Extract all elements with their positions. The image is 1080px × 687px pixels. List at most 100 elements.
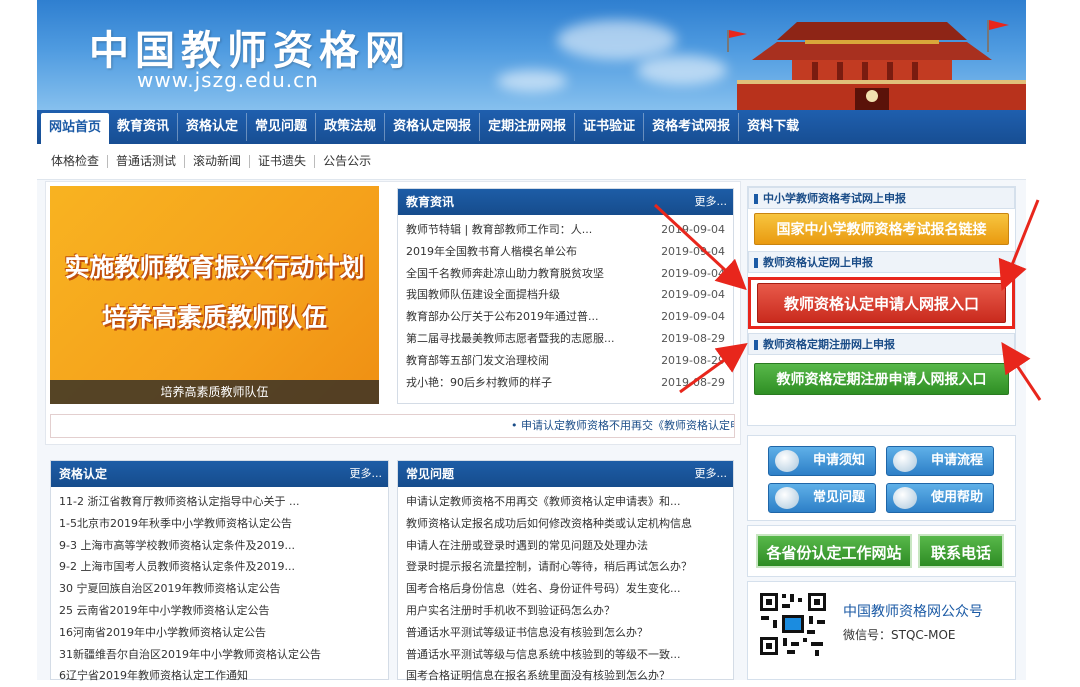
cert-row[interactable]: 1-5北京市2019年秋季中小学教师资格认定公告 [51,513,388,535]
faq-row[interactable]: 普通话水平测试等级证书信息没有核验到怎么办？ [398,622,733,644]
faq-row[interactable]: 国考合格后身份信息（姓名、身份证件号码）发生变化... [398,578,733,600]
news-more-link[interactable]: 更多... [695,189,728,215]
links-box: 各省份认定工作网站 联系电话 [747,525,1016,577]
faq-row[interactable]: 申请人在注册或登录时遇到的常见问题及处理办法 [398,535,733,557]
sub-nav: 体格检查 普通话测试 滚动新闻 证书遗失 公告公示 [37,144,1026,180]
speaker-icon [775,450,799,472]
usage-help-button[interactable]: 使用帮助 [886,483,994,513]
news-row[interactable]: 教育部办公厅关于公布2019年通过普... 2019-09-04 [398,306,733,328]
news-row-title: 教育部等五部门发文治理校闹 [406,353,549,367]
apply-notice-label: 申请须知 [812,453,865,468]
promo-line2: 培养高素质教师队伍 [101,303,327,332]
promo-caption: 培养高素质教师队伍 [50,380,379,404]
news-row-title: 全国千名教师奔赴凉山助力教育脱贫攻坚 [406,266,604,280]
scrolling-ticker[interactable]: • 申请认定教师资格不用再交《教师资格认定申请表》 [50,414,735,438]
faq-button-label: 常见问题 [812,490,865,505]
news-row[interactable]: 全国千名教师奔赴凉山助力教育脱贫攻坚 2019-09-04 [398,263,733,285]
ticker-text: • 申请认定教师资格不用再交《教师资格认定申请表》 [511,419,734,432]
right-sidebar: 中小学教师资格考试网上申报 国家中小学教师资格考试报名链接 教师资格认定网上申报… [747,180,1016,680]
nav-item-cert-online[interactable]: 资格认定网报 [385,113,481,141]
promo-banner-image[interactable]: 实施教师教育振兴行动计划 培养高素质教师队伍 培养高素质教师队伍 [50,186,379,404]
news-row-title: 教育部办公厅关于公布2019年通过普... [406,310,599,324]
cloud-decoration [497,70,567,92]
faq-row[interactable]: 申请认定教师资格不用再交《教师资格认定申请表》和... [398,491,733,513]
faq-row[interactable]: 普通话水平测试等级与信息系统中核验到的等级不一致... [398,644,733,666]
faq-row[interactable]: 登录时提示报名流量控制，请耐心等待，稍后再试怎么办？ [398,556,733,578]
apply-process-button[interactable]: 申请流程 [886,446,994,476]
nav-item-policy[interactable]: 政策法规 [316,113,386,141]
news-row-title: 戎小艳：90后乡村教师的样子 [406,375,552,389]
help-buttons-box: 申请须知 申请流程 常见问题 使用帮助 [747,435,1016,521]
news-row[interactable]: 第二届寻找最美教师志愿者暨我的志愿服... 2019-08-29 [398,328,733,350]
news-row-date: 2019-09-04 [661,223,725,236]
registration-apply-header: 教师资格定期注册网上申报 [748,333,1015,355]
province-sites-button[interactable]: 各省份认定工作网站 [756,534,912,568]
cert-row[interactable]: 6辽宁省2019年教师资格认定工作通知 [51,665,388,687]
news-row-date: 2019-08-29 [661,331,725,345]
online-apply-box: 中小学教师资格考试网上申报 国家中小学教师资格考试报名链接 教师资格认定网上申报… [747,186,1016,426]
nav-item-faq[interactable]: 常见问题 [247,113,317,141]
exam-apply-header: 中小学教师资格考试网上申报 [748,187,1015,209]
cert-list: 11-2 浙江省教育厅教师资格认定指导中心关于 ... 1-5北京市2019年秋… [51,487,388,687]
cert-row[interactable]: 30 宁夏回族自治区2019年教师资格认定公告 [51,578,388,600]
news-row[interactable]: 教育部等五部门发文治理校闹 2019-08-29 [398,350,733,372]
faq-row[interactable]: 教师资格认定报名成功后如何修改资格种类或认定机构信息 [398,513,733,535]
subnav-item-rolling-news[interactable]: 滚动新闻 [185,155,251,168]
faq-list: 申请认定教师资格不用再交《教师资格认定申请表》和... 教师资格认定报名成功后如… [398,487,733,687]
page-container: 中国教师资格网 www.jszg.edu.cn 网站首页 教育资讯 资格认定 常… [37,0,1026,682]
faq-more-link[interactable]: 更多... [695,461,728,487]
cert-row[interactable]: 16河南省2019年中小学教师资格认定公告 [51,622,388,644]
faq-panel: 常见问题 更多... 申请认定教师资格不用再交《教师资格认定申请表》和... 教… [397,460,734,682]
news-row[interactable]: 戎小艳：90后乡村教师的样子 2019-08-29 [398,372,733,394]
subnav-item-announcements[interactable]: 公告公示 [315,155,379,168]
news-row-title: 教师节特辑 | 教育部教师工作司：人... [406,223,593,236]
faq-panel-title: 常见问题 [406,467,455,481]
exam-registration-link-button[interactable]: 国家中小学教师资格考试报名链接 [754,213,1009,245]
cloud-decoration [557,20,677,60]
cert-applicant-entry-button[interactable]: 教师资格认定申请人网报入口 [757,283,1006,323]
news-row[interactable]: 我国教师队伍建设全面提档升级 2019-09-04 [398,284,733,306]
wechat-qr-code [757,590,829,658]
nav-item-education-news[interactable]: 教育资讯 [109,113,179,141]
gears-icon [893,450,917,472]
cert-row[interactable]: 11-2 浙江省教育厅教师资格认定指导中心关于 ... [51,491,388,513]
subnav-item-lost-certificate[interactable]: 证书遗失 [250,155,316,168]
usage-help-label: 使用帮助 [930,490,983,505]
nav-item-home[interactable]: 网站首页 [41,113,110,144]
faq-row[interactable]: 用户实名注册时手机收不到验证码怎么办？ [398,600,733,622]
cert-row[interactable]: 9-3 上海市高等学校教师资格认定条件及2019... [51,535,388,557]
header-banner: 中国教师资格网 www.jszg.edu.cn [37,0,1026,110]
contact-phone-button[interactable]: 联系电话 [918,534,1004,568]
cert-entry-highlight: 教师资格认定申请人网报入口 [748,277,1015,329]
question-icon [775,487,799,509]
nav-item-registration-online[interactable]: 定期注册网报 [480,113,576,141]
news-row-title: 我国教师队伍建设全面提档升级 [406,288,560,302]
wechat-account-name: 中国教师资格网公众号 [843,604,983,620]
cert-panel-title: 资格认定 [59,467,108,481]
apply-process-label: 申请流程 [930,453,983,468]
news-row[interactable]: 2019年全国教书育人楷模名单公布 2019-09-04 [398,241,733,263]
news-panel-title: 教育资讯 [406,195,455,209]
cert-panel: 资格认定 更多... 11-2 浙江省教育厅教师资格认定指导中心关于 ... 1… [50,460,389,682]
registration-applicant-entry-button[interactable]: 教师资格定期注册申请人网报入口 [754,363,1009,395]
subnav-item-physical-exam[interactable]: 体格检查 [43,155,109,168]
faq-row[interactable]: 国考合格证明信息在报名系统里面没有核验到怎么办？ [398,665,733,687]
help-plus-icon [893,487,917,509]
news-row[interactable]: 教师节特辑 | 教育部教师工作司：人... 2019-09-04 [398,219,733,241]
cert-row[interactable]: 31新疆维吾尔自治区2019年中小学教师资格认定公告 [51,644,388,666]
cert-more-link[interactable]: 更多... [350,461,383,487]
news-row-date: 2019-09-04 [661,266,725,280]
news-row-date: 2019-09-04 [661,244,725,258]
apply-notice-button[interactable]: 申请须知 [768,446,876,476]
cert-row[interactable]: 25 云南省2019年中小学教师资格认定公告 [51,600,388,622]
tiananmen-gate-image [727,20,1026,110]
main-nav: 网站首页 教育资讯 资格认定 常见问题 政策法规 资格认定网报 定期注册网报 证… [37,110,1026,144]
nav-item-qualification-cert[interactable]: 资格认定 [178,113,248,141]
nav-item-downloads[interactable]: 资料下载 [739,113,807,141]
cert-row[interactable]: 9-2 上海市国考人员教师资格认定条件及2019... [51,556,388,578]
subnav-item-mandarin-test[interactable]: 普通话测试 [108,155,186,168]
nav-item-exam-online[interactable]: 资格考试网报 [644,113,740,141]
faq-button[interactable]: 常见问题 [768,483,876,513]
cloud-decoration [637,55,727,85]
nav-item-cert-verify[interactable]: 证书验证 [575,113,645,141]
